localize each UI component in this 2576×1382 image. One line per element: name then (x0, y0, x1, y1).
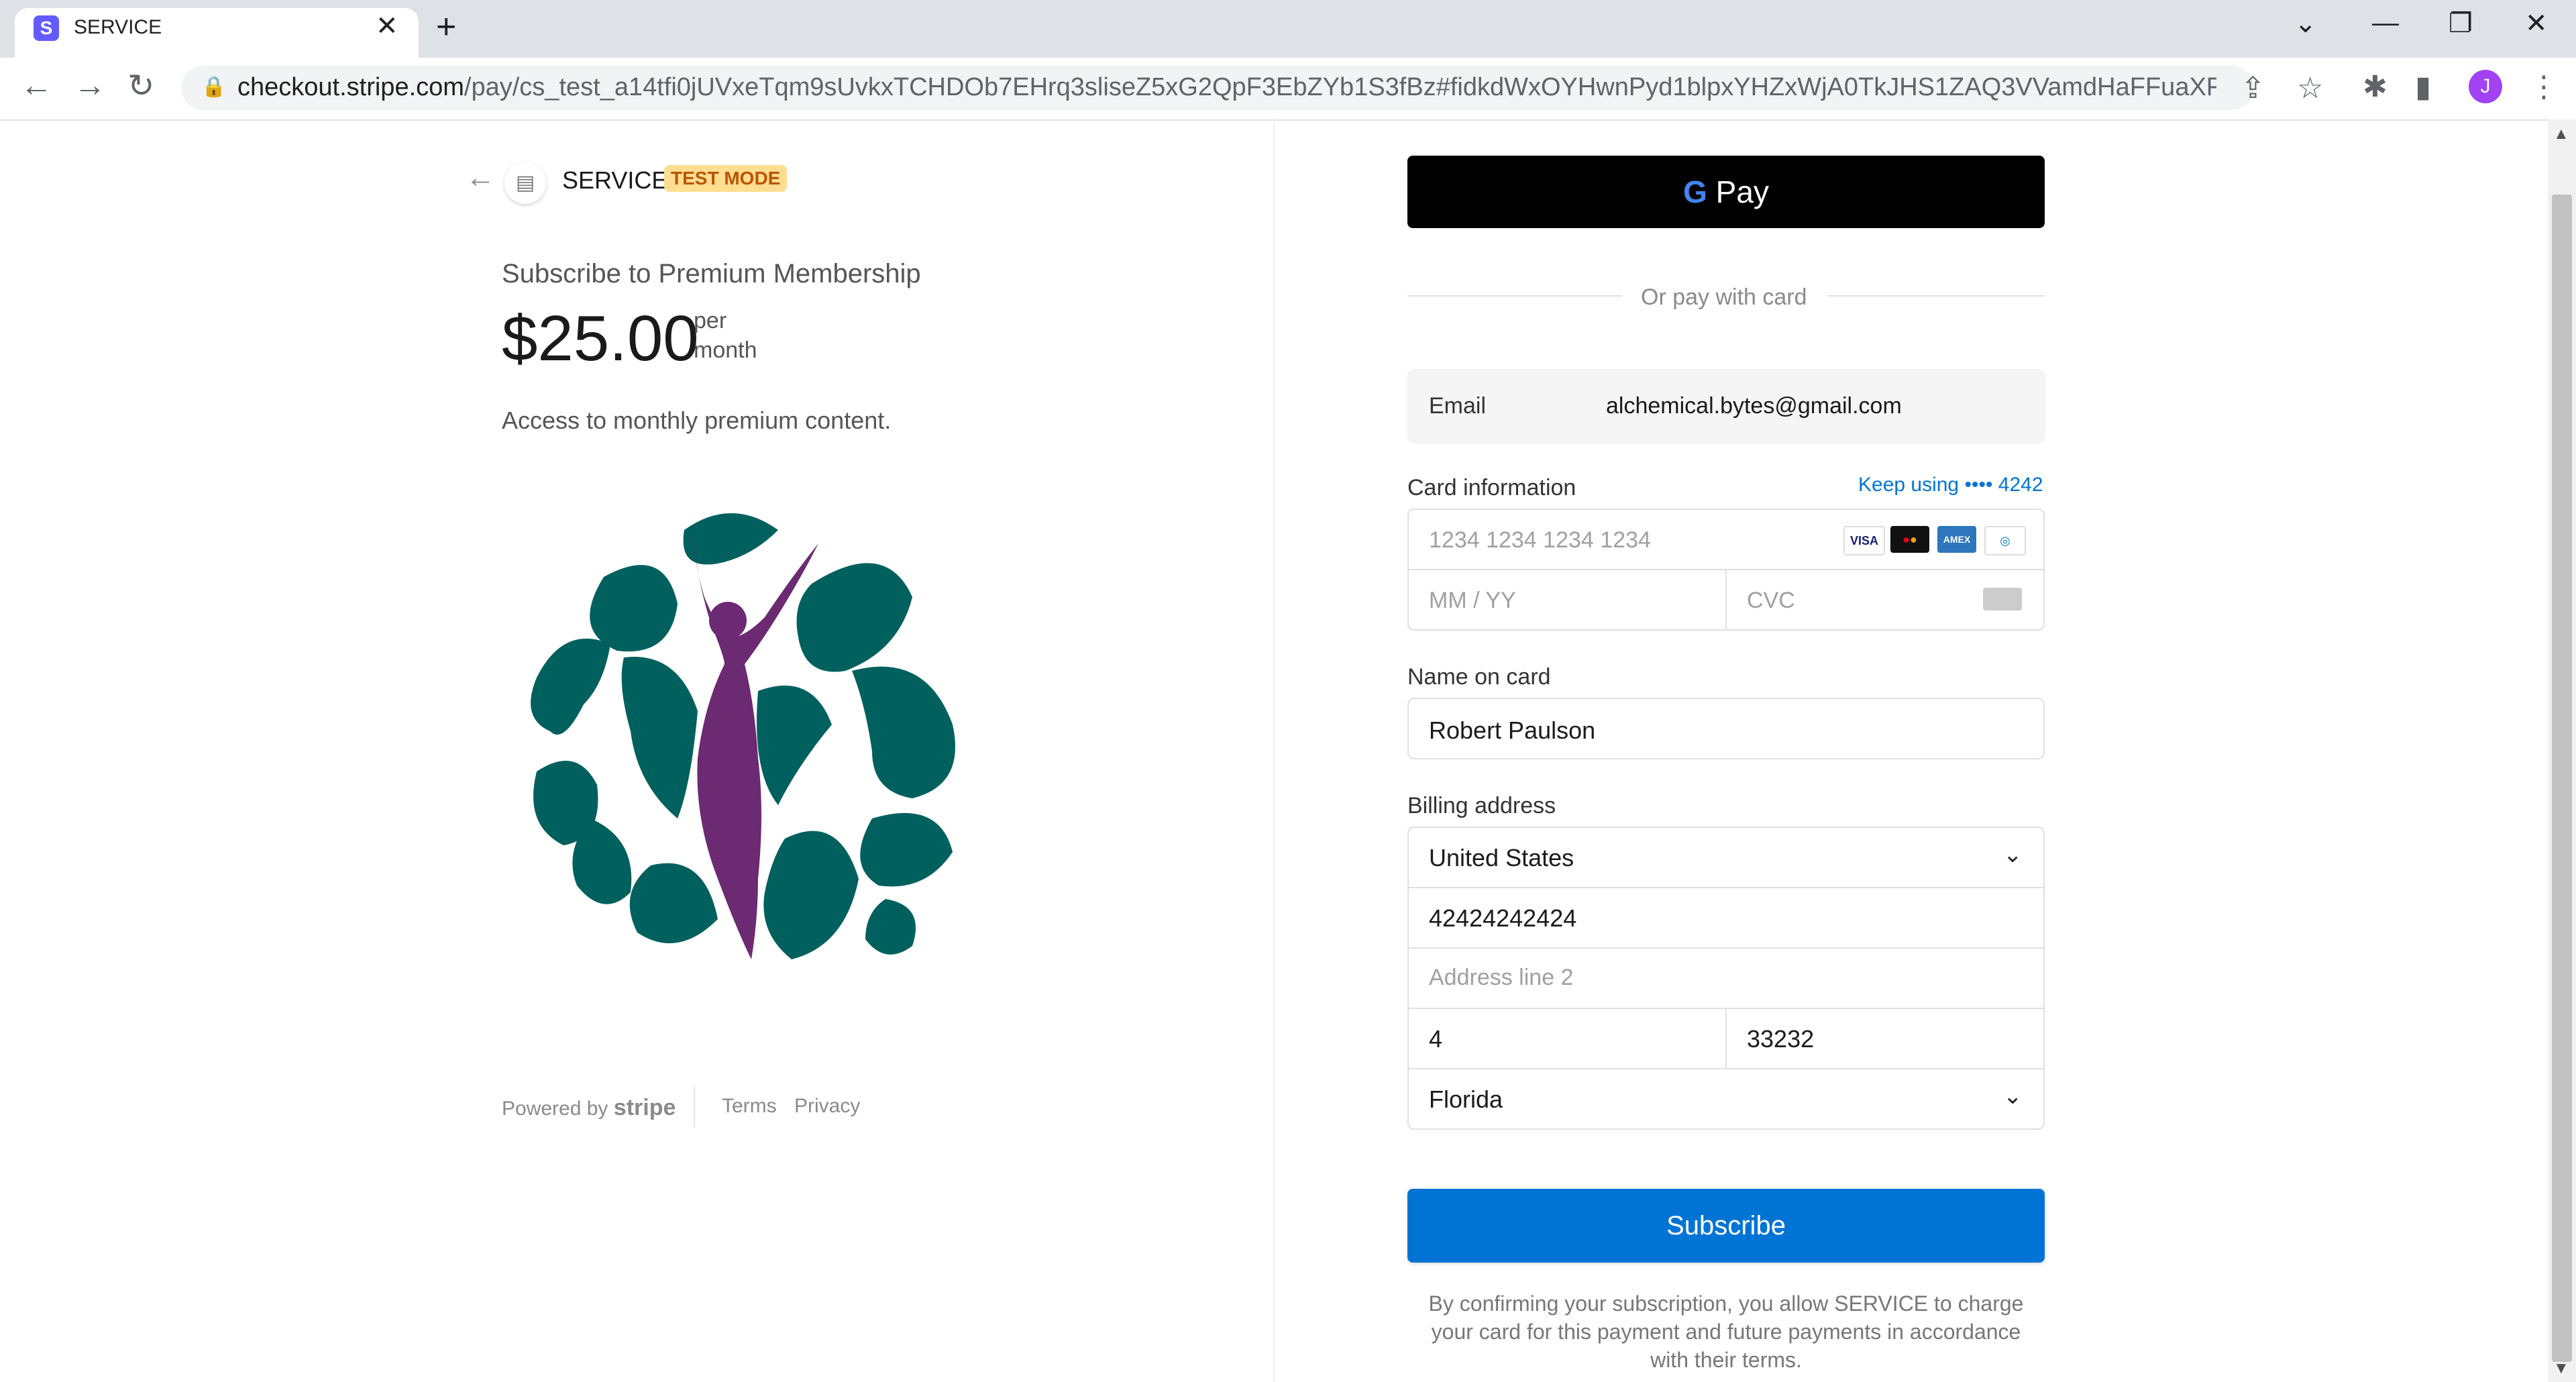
per-label: per (694, 308, 727, 333)
scroll-down-icon[interactable]: ▼ (2553, 1359, 2569, 1378)
back-icon[interactable]: ← (20, 67, 52, 104)
address-line-2-placeholder: Address line 2 (1429, 965, 1574, 990)
billing-address-label: Billing address (1407, 793, 1556, 818)
google-pay-button[interactable]: G Pay (1407, 156, 2045, 228)
separator-right (1827, 295, 2045, 297)
bookmark-star-icon[interactable]: ☆ (2297, 71, 2323, 105)
gpay-label: Pay (1715, 174, 1769, 209)
billing-period: per month (694, 306, 757, 365)
close-tab-icon[interactable]: ✕ (376, 11, 398, 42)
card-number-placeholder: 1234 1234 1234 1234 (1429, 527, 1651, 553)
city-value: 4 (1429, 1025, 1443, 1053)
month-label: month (694, 337, 757, 363)
scrollbar-thumb[interactable] (2552, 195, 2572, 1362)
url-host: checkout.stripe.com (237, 73, 464, 101)
profile-avatar[interactable]: J (2469, 70, 2502, 103)
new-tab-button[interactable]: + (436, 7, 456, 47)
product-title: Subscribe to Premium Membership (502, 259, 921, 288)
address-line-1-value: 42424242424 (1429, 904, 1577, 932)
country-value: United States (1429, 844, 1574, 871)
powered-by-stripe[interactable]: Powered by stripe (502, 1095, 676, 1121)
zip-value: 33232 (1747, 1025, 1815, 1053)
privacy-link[interactable]: Privacy (794, 1095, 860, 1118)
scroll-up-icon[interactable]: ▲ (2553, 125, 2569, 144)
subscribe-button[interactable]: Subscribe (1407, 1189, 2045, 1263)
stripe-favicon-icon: S (34, 15, 59, 41)
diners-club-icon: ◎ (1984, 526, 2026, 555)
amex-icon: AMEX (1937, 526, 1976, 553)
email-label: Email (1429, 393, 1487, 419)
test-mode-badge: TEST MODE (664, 165, 788, 192)
share-icon[interactable]: ⇪ (2241, 71, 2265, 105)
menu-kebab-icon[interactable]: ⋮ (2529, 70, 2559, 104)
or-pay-with-card: Or pay with card (1641, 284, 1807, 310)
side-panel-icon[interactable]: ▮ (2415, 70, 2431, 104)
product-description: Access to monthly premium content. (502, 407, 892, 434)
cvc-card-icon (1983, 588, 2022, 610)
lock-icon[interactable]: 🔒 (201, 75, 226, 99)
price: $25.00 (502, 303, 699, 374)
product-logo (531, 513, 955, 959)
minimize-button[interactable]: — (2372, 8, 2399, 38)
back-arrow-icon[interactable]: ← (466, 161, 495, 195)
cvc-placeholder: CVC (1747, 588, 1795, 613)
google-g-icon: G (1683, 174, 1707, 209)
chevron-down-icon[interactable]: ⌄ (2003, 1083, 2023, 1110)
footer-divider (694, 1087, 695, 1127)
visa-icon: VISA (1843, 526, 1885, 555)
stripe-wordmark: stripe (613, 1095, 676, 1120)
close-window-button[interactable]: ✕ (2525, 8, 2548, 39)
name-on-card-label: Name on card (1407, 664, 1551, 690)
forward-icon[interactable]: → (74, 67, 106, 104)
mastercard-icon: ●● (1890, 526, 1929, 553)
state-value: Florida (1429, 1085, 1503, 1113)
panel-divider (1273, 119, 1275, 1382)
terms-link[interactable]: Terms (722, 1095, 777, 1118)
merchant-name: SERVICE (562, 166, 668, 194)
keep-using-card-link[interactable]: Keep using •••• 4242 (1858, 474, 2043, 496)
separator-left (1407, 295, 1622, 297)
tab-title: SERVICE (74, 16, 162, 38)
restore-button[interactable]: ❐ (2449, 8, 2473, 39)
expiry-placeholder: MM / YY (1429, 588, 1516, 613)
city-input[interactable] (1407, 1008, 1727, 1069)
extensions-icon[interactable]: ✱ (2363, 70, 2387, 104)
url-text[interactable]: checkout.stripe.com/pay/cs_test_a14tfi0j… (237, 73, 2216, 102)
card-information-label: Card information (1407, 475, 1576, 500)
powered-by-label: Powered by (502, 1098, 608, 1120)
state-select[interactable] (1407, 1068, 2045, 1130)
tab-search-icon[interactable]: ⌄ (2294, 8, 2317, 39)
subscription-disclaimer: By confirming your subscription, you all… (1428, 1291, 2024, 1372)
url-path: /pay/cs_test_a14tfi0jUVxeTqm9sUvkxTCHDOb… (464, 73, 2216, 101)
name-on-card-value: Robert Paulson (1429, 716, 1596, 744)
store-icon: ▤ (504, 162, 546, 204)
reload-icon[interactable]: ↻ (127, 67, 154, 105)
chevron-down-icon[interactable]: ⌄ (2003, 841, 2023, 868)
email-value: alchemical.bytes@gmail.com (1606, 393, 1902, 419)
